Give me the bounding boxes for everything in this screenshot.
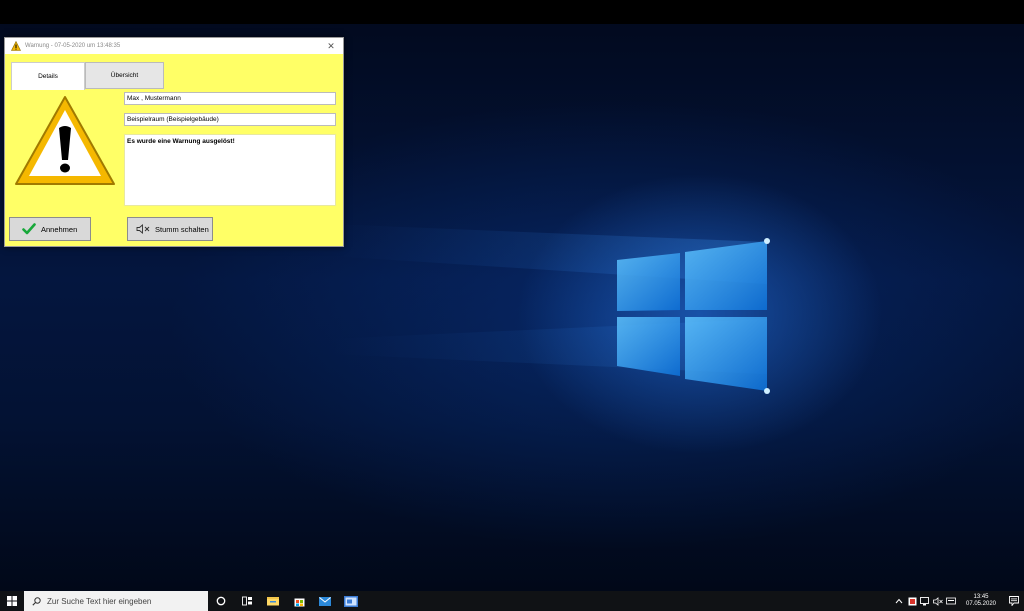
- search-placeholder: Zur Suche Text hier eingeben: [47, 596, 152, 606]
- system-tray: 13:45 07.05.2020: [893, 591, 1024, 611]
- tray-app-button[interactable]: [906, 591, 918, 611]
- volume-button[interactable]: [932, 591, 944, 611]
- message-box[interactable]: Es wurde eine Warnung ausgelöst!: [124, 134, 336, 206]
- taskbar-search-box[interactable]: Zur Suche Text hier eingeben: [24, 591, 208, 611]
- chevron-up-icon: [895, 598, 903, 604]
- file-explorer-button[interactable]: [260, 591, 286, 611]
- action-center-button[interactable]: [1004, 591, 1024, 611]
- task-view-icon: [241, 596, 252, 606]
- clock-date: 07.05.2020: [965, 601, 997, 607]
- checkmark-icon: [22, 223, 36, 235]
- app-button[interactable]: [338, 591, 364, 611]
- warning-dialog: Warnung - 07-05-2020 um 13:48:35 ✕ Detai…: [4, 37, 344, 247]
- notification-icon: [1009, 596, 1019, 606]
- task-view-button[interactable]: [234, 591, 260, 611]
- windows-start-icon: [7, 596, 17, 606]
- network-button[interactable]: [919, 591, 931, 611]
- mute-button[interactable]: Stumm schalten: [127, 217, 213, 241]
- store-icon: [294, 598, 304, 606]
- close-button[interactable]: ✕: [325, 40, 337, 52]
- person-name-field[interactable]: Max , Mustermann: [124, 92, 336, 105]
- tab-overview[interactable]: Übersicht: [85, 62, 164, 89]
- keyboard-icon: [946, 597, 956, 605]
- accept-button-label: Annehmen: [41, 224, 78, 234]
- warning-sign-icon: [15, 96, 115, 185]
- cortana-icon: [216, 596, 226, 606]
- screen-top-strip: [0, 0, 1024, 24]
- mail-icon: [319, 596, 331, 606]
- search-icon: [32, 596, 41, 606]
- speaker-mute-icon: [136, 224, 150, 234]
- mail-button[interactable]: [312, 591, 338, 611]
- taskbar: Zur Suche Text hier eingeben 13:45 07.05…: [0, 591, 1024, 611]
- start-button[interactable]: [0, 591, 24, 611]
- show-hidden-icons-button[interactable]: [893, 591, 905, 611]
- file-explorer-icon: [267, 597, 279, 606]
- warning-small-icon: [11, 41, 21, 51]
- network-icon: [920, 596, 929, 605]
- tray-app-icon: [908, 597, 916, 605]
- dialog-titlebar[interactable]: Warnung - 07-05-2020 um 13:48:35 ✕: [5, 38, 343, 54]
- volume-muted-icon: [933, 596, 943, 606]
- desktop-background: Warnung - 07-05-2020 um 13:48:35 ✕ Detai…: [0, 24, 1024, 591]
- cortana-button[interactable]: [208, 591, 234, 611]
- accept-button[interactable]: Annehmen: [9, 217, 91, 241]
- taskbar-clock[interactable]: 13:45 07.05.2020: [962, 594, 1000, 608]
- keyboard-button[interactable]: [945, 591, 957, 611]
- store-button[interactable]: [286, 591, 312, 611]
- mute-button-label: Stumm schalten: [155, 224, 209, 234]
- tab-details[interactable]: Details: [11, 62, 85, 90]
- app-icon: [344, 595, 358, 607]
- dialog-title: Warnung - 07-05-2020 um 13:48:35: [25, 43, 121, 49]
- room-field[interactable]: Beispielraum (Beispielgebäude): [124, 113, 336, 126]
- clock-time: 13:45: [973, 594, 989, 600]
